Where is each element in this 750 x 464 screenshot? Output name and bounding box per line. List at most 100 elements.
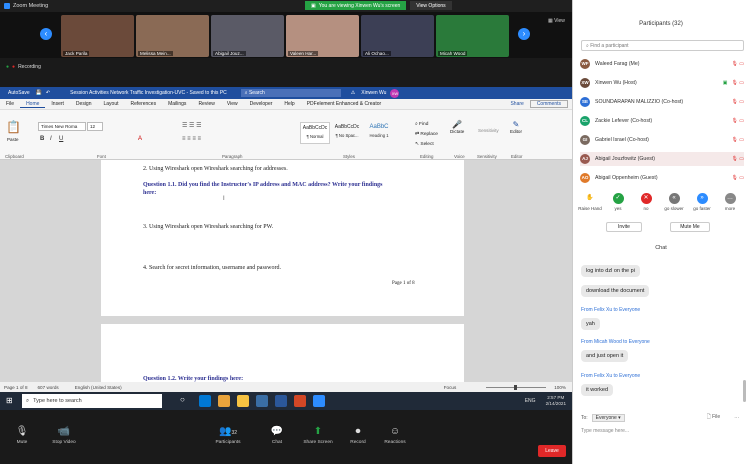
document-page[interactable]: 2. Using Wireshark open Wireshark search… [101,160,464,316]
menu-view[interactable]: View [221,101,244,107]
status-language[interactable]: English (United States) [75,385,122,390]
chat-button[interactable]: Chat [257,440,297,445]
menu-insert[interactable]: Insert [45,101,70,107]
comments-button[interactable]: Comments [529,100,568,108]
menu-review[interactable]: Review [192,101,220,107]
participant-row[interactable]: AJ Abigail Jouzfowitz (Guest) 🎙 ▭ [580,152,744,166]
menu-references[interactable]: References [125,101,163,107]
word-search-input[interactable]: ⌕ Search [240,89,341,97]
save-icon[interactable]: 💾 [36,90,42,96]
menu-developer[interactable]: Developer [244,101,279,107]
video-tile[interactable]: Abigail Jouz... [211,15,284,57]
word-taskbar-icon[interactable] [275,395,287,407]
user-avatar[interactable]: XW [390,88,400,98]
bold-button[interactable]: B [40,136,44,142]
reaction-raise-hand[interactable]: ✋ Raise Hand [577,193,603,211]
font-name-select[interactable]: Times New Roma [38,122,86,131]
status-words[interactable]: 607 words [38,385,59,390]
reaction-no[interactable]: ✕ no [633,193,659,211]
store-icon[interactable] [256,395,268,407]
zoom-taskbar-icon[interactable] [313,395,325,407]
zoom-slider-handle[interactable] [514,384,518,390]
font-size-select[interactable]: 12 [87,122,103,131]
underline-button[interactable]: U [59,136,63,142]
participant-row[interactable]: AO Abigail Oppenheim (Guest) 🎙 ▭ [580,171,744,185]
reaction-more[interactable]: … more [717,193,743,211]
stop-video-button[interactable]: Stop Video [44,440,84,445]
video-tile[interactable]: Jack Parila [61,15,134,57]
find-button[interactable]: ⌕ Find [415,120,438,130]
powerpoint-icon[interactable] [294,395,306,407]
focus-button[interactable]: Focus [444,385,457,390]
recipient-select[interactable]: Everyone ▾ [591,414,625,422]
menu-home[interactable]: Home [20,101,46,108]
menu-help[interactable]: Help [278,101,300,107]
status-page[interactable]: Page 1 of 8 [4,385,28,390]
leave-button[interactable]: Leave [538,445,566,457]
align-icon[interactable]: ≡ ≡ ≡ ≡ [182,136,201,142]
view-button[interactable]: ▦ View [548,18,565,24]
more-options-icon[interactable]: ⋯ [734,415,739,421]
zoom-level[interactable]: 100% [554,385,566,390]
menu-pdfelement[interactable]: PDFelement Enhanced & Creator [301,101,387,107]
paste-label[interactable]: Paste [7,137,19,142]
replace-button[interactable]: ⇄ Replace [415,130,438,140]
mute-button[interactable]: Mute [2,440,42,445]
reactions-icon[interactable]: ☺ [375,426,415,437]
paste-icon[interactable]: 📋 [6,120,21,134]
chrome-icon[interactable] [218,395,230,407]
record-icon[interactable]: ⏺ [338,426,378,437]
menu-file[interactable]: File [0,101,20,107]
participants-icon[interactable]: 👥32 [208,426,248,437]
invite-button[interactable]: Invite [606,222,642,232]
file-explorer-icon[interactable] [237,395,249,407]
gallery-prev-button[interactable]: ‹ [40,28,52,40]
share-screen-button[interactable]: Share Screen [298,440,338,445]
video-tile[interactable]: Ali Ochao... [361,15,434,57]
mute-me-button[interactable]: Mute Me [670,222,710,232]
tray-language[interactable]: ENG [525,398,536,404]
participant-search-input[interactable]: ⌕ Find a participant [581,40,744,51]
reaction-go-slower[interactable]: «go slower [661,193,687,211]
chat-scrollbar[interactable] [743,380,746,402]
participant-row[interactable]: CL Zackie Lefever (Co-host) 🎙 ▭ [580,114,744,128]
reaction-yes[interactable]: ✓ yes [605,193,631,211]
sensitivity-button[interactable]: Sensitivity [478,128,499,133]
gallery-next-button[interactable]: › [518,28,530,40]
video-tile[interactable]: Melissa Mein... [136,15,209,57]
autosave-toggle[interactable]: AutoSave [8,90,30,96]
video-tile[interactable]: Valeen Har... [286,15,359,57]
reaction-go-faster[interactable]: » go faster [689,193,715,211]
share-screen-icon[interactable]: ⬆ [298,426,338,437]
share-doc-button[interactable]: Share [504,101,529,107]
bullets-icon[interactable]: ☰ ☰ ☰ [182,122,201,129]
italic-button[interactable]: I [50,136,52,142]
participant-row[interactable]: WF Waleed Farag (Me) 🎙 ▭ [580,57,744,71]
editor-button[interactable]: ✎ Editor [510,120,522,134]
video-tile[interactable]: Micah Wood [436,15,509,57]
participant-row[interactable]: GI Gabriel Israel (Co-host) 🎙 ▭ [580,133,744,147]
style-no-spacing[interactable]: AaBbCcDc ¶ No Spac... [332,122,362,144]
style-normal[interactable]: AaBbCcDc ¶ Normal [300,122,330,144]
menu-layout[interactable]: Layout [98,101,125,107]
zoom-slider[interactable] [486,384,547,390]
menu-design[interactable]: Design [70,101,98,107]
menu-mailings[interactable]: Mailings [162,101,192,107]
select-button[interactable]: ↖ Select [415,140,438,150]
microphone-icon[interactable]: 🎙 [2,426,42,437]
taskbar-search-input[interactable]: ⌕ Type here to search [22,394,162,408]
view-options-button[interactable]: View Options [410,1,452,10]
chat-icon[interactable]: 💬 [257,426,297,437]
file-button[interactable]: 🗋 File [707,414,720,422]
participants-button[interactable]: Participants [208,440,248,445]
font-color-button[interactable]: A [138,136,142,142]
style-heading-1[interactable]: AaBbC Heading 1 [364,122,394,144]
undo-icon[interactable]: ↶ [46,90,50,96]
participant-row[interactable]: XW Xinwen Wu (Host) ▣ 🎙 ▭ [580,76,744,90]
participant-row[interactable]: SE SOUNDARAPAN MALIZZIO (Co-host) 🎙 ▭ [580,95,744,109]
edge-icon[interactable] [199,395,211,407]
record-button[interactable]: Record [338,440,378,445]
chat-message-input[interactable]: Type message here... [581,428,629,434]
document-page-2[interactable]: Question 1.2. Write your findings here: [101,324,464,382]
video-camera-icon[interactable]: 📹 [44,426,84,437]
